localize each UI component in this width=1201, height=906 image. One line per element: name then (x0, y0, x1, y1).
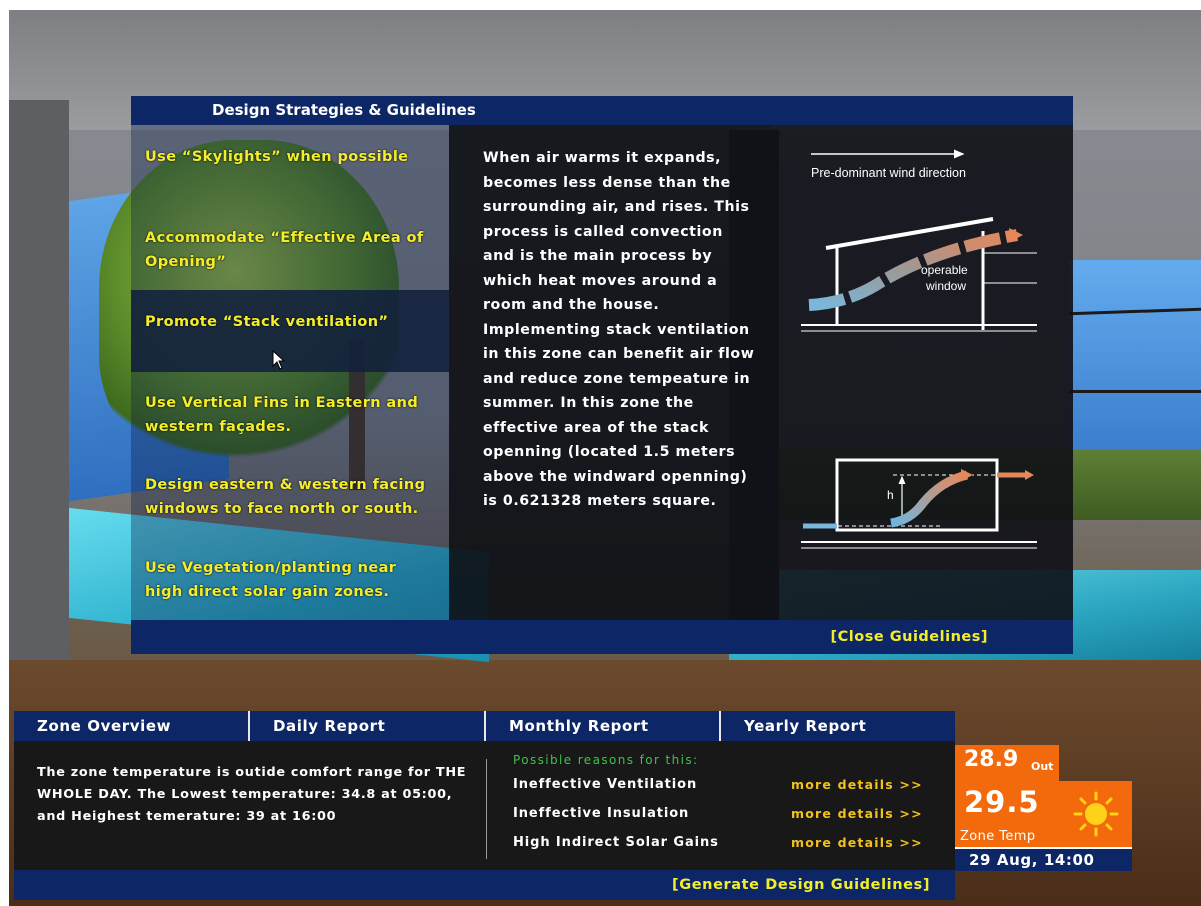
report-content: The zone temperature is outide comfort r… (14, 741, 955, 870)
guideline-item-vegetation[interactable]: Use Vegetation/planting near high direct… (131, 556, 449, 604)
outdoor-temperature: 28.9 Out (955, 745, 1059, 781)
report-tabs: Zone Overview Daily Report Monthly Repor… (14, 711, 955, 741)
wind-direction-label: Pre-dominant wind direction (811, 166, 966, 180)
tab-zone-overview[interactable]: Zone Overview (14, 711, 248, 741)
date-time-value: 29 Aug, 14:00 (969, 851, 1095, 869)
outdoor-temp-value: 28.9 (964, 747, 1019, 772)
guidelines-footer: [Close Guidelines] (131, 620, 1073, 654)
zone-temp-label: Zone Temp (960, 829, 1036, 844)
report-divider (486, 759, 487, 859)
outdoor-temp-label: Out (1031, 760, 1054, 773)
guideline-item-skylights[interactable]: Use “Skylights” when possible (131, 145, 449, 169)
zone-temp-value: 29.5 (964, 785, 1040, 819)
reason-label: High Indirect Solar Gains (513, 835, 719, 850)
generate-guidelines-button[interactable]: [Generate Design Guidelines] (672, 870, 930, 900)
tab-daily-report[interactable]: Daily Report (250, 711, 484, 741)
guideline-list: Use “Skylights” when possible Accommodat… (131, 125, 449, 620)
guideline-description: When air warms it expands, becomes less … (483, 150, 755, 509)
operable-window-label: window (925, 279, 966, 293)
date-time-display: 29 Aug, 14:00 (955, 847, 1132, 871)
stack-ventilation-diagram: Pre-dominant wind direction operable win… (771, 125, 1073, 620)
outflow-arrowhead (1025, 470, 1034, 480)
tab-yearly-report[interactable]: Yearly Report (721, 711, 955, 741)
reason-details-link[interactable]: more details >> (791, 835, 923, 850)
height-label: h (887, 488, 894, 502)
close-guidelines-button[interactable]: [Close Guidelines] (831, 620, 988, 654)
tab-monthly-report[interactable]: Monthly Report (486, 711, 719, 741)
mouse-cursor-icon (272, 350, 286, 370)
guidelines-panel-title: Design Strategies & Guidelines (131, 96, 1073, 125)
window-mullion (1069, 390, 1201, 393)
ventilation-illustration: Pre-dominant wind direction operable win… (801, 149, 1037, 549)
guideline-item-vertical-fins[interactable]: Use Vertical Fins in Eastern and western… (131, 391, 449, 439)
reasons-heading: Possible reasons for this: (513, 753, 699, 767)
reason-label: Ineffective Ventilation (513, 777, 698, 792)
sun-icon (1073, 791, 1119, 837)
guideline-description-box: When air warms it expands, becomes less … (449, 125, 771, 620)
reason-label: Ineffective Insulation (513, 806, 690, 821)
reason-row: Ineffective Insulation more details >> (513, 806, 933, 826)
daily-summary-text: The zone temperature is outide comfort r… (37, 765, 467, 824)
reason-row: High Indirect Solar Gains more details >… (513, 835, 933, 855)
operable-window-label: operable (921, 263, 968, 277)
sky-window-right (1069, 260, 1201, 460)
report-footer: [Generate Design Guidelines] (14, 870, 955, 900)
zone-temperature: 29.5 Zone Temp (955, 781, 1132, 847)
reason-details-link[interactable]: more details >> (791, 806, 923, 821)
room-outline (835, 458, 999, 532)
reason-row: Ineffective Ventilation more details >> (513, 777, 933, 797)
guideline-item-window-orientation[interactable]: Design eastern & western facing windows … (131, 473, 449, 521)
guideline-item-stack-ventilation[interactable]: Promote “Stack ventilation” (131, 290, 449, 372)
window-frame-left (9, 100, 69, 660)
reason-details-link[interactable]: more details >> (791, 777, 923, 792)
guideline-item-effective-area[interactable]: Accommodate “Effective Area of Opening” (131, 226, 449, 274)
